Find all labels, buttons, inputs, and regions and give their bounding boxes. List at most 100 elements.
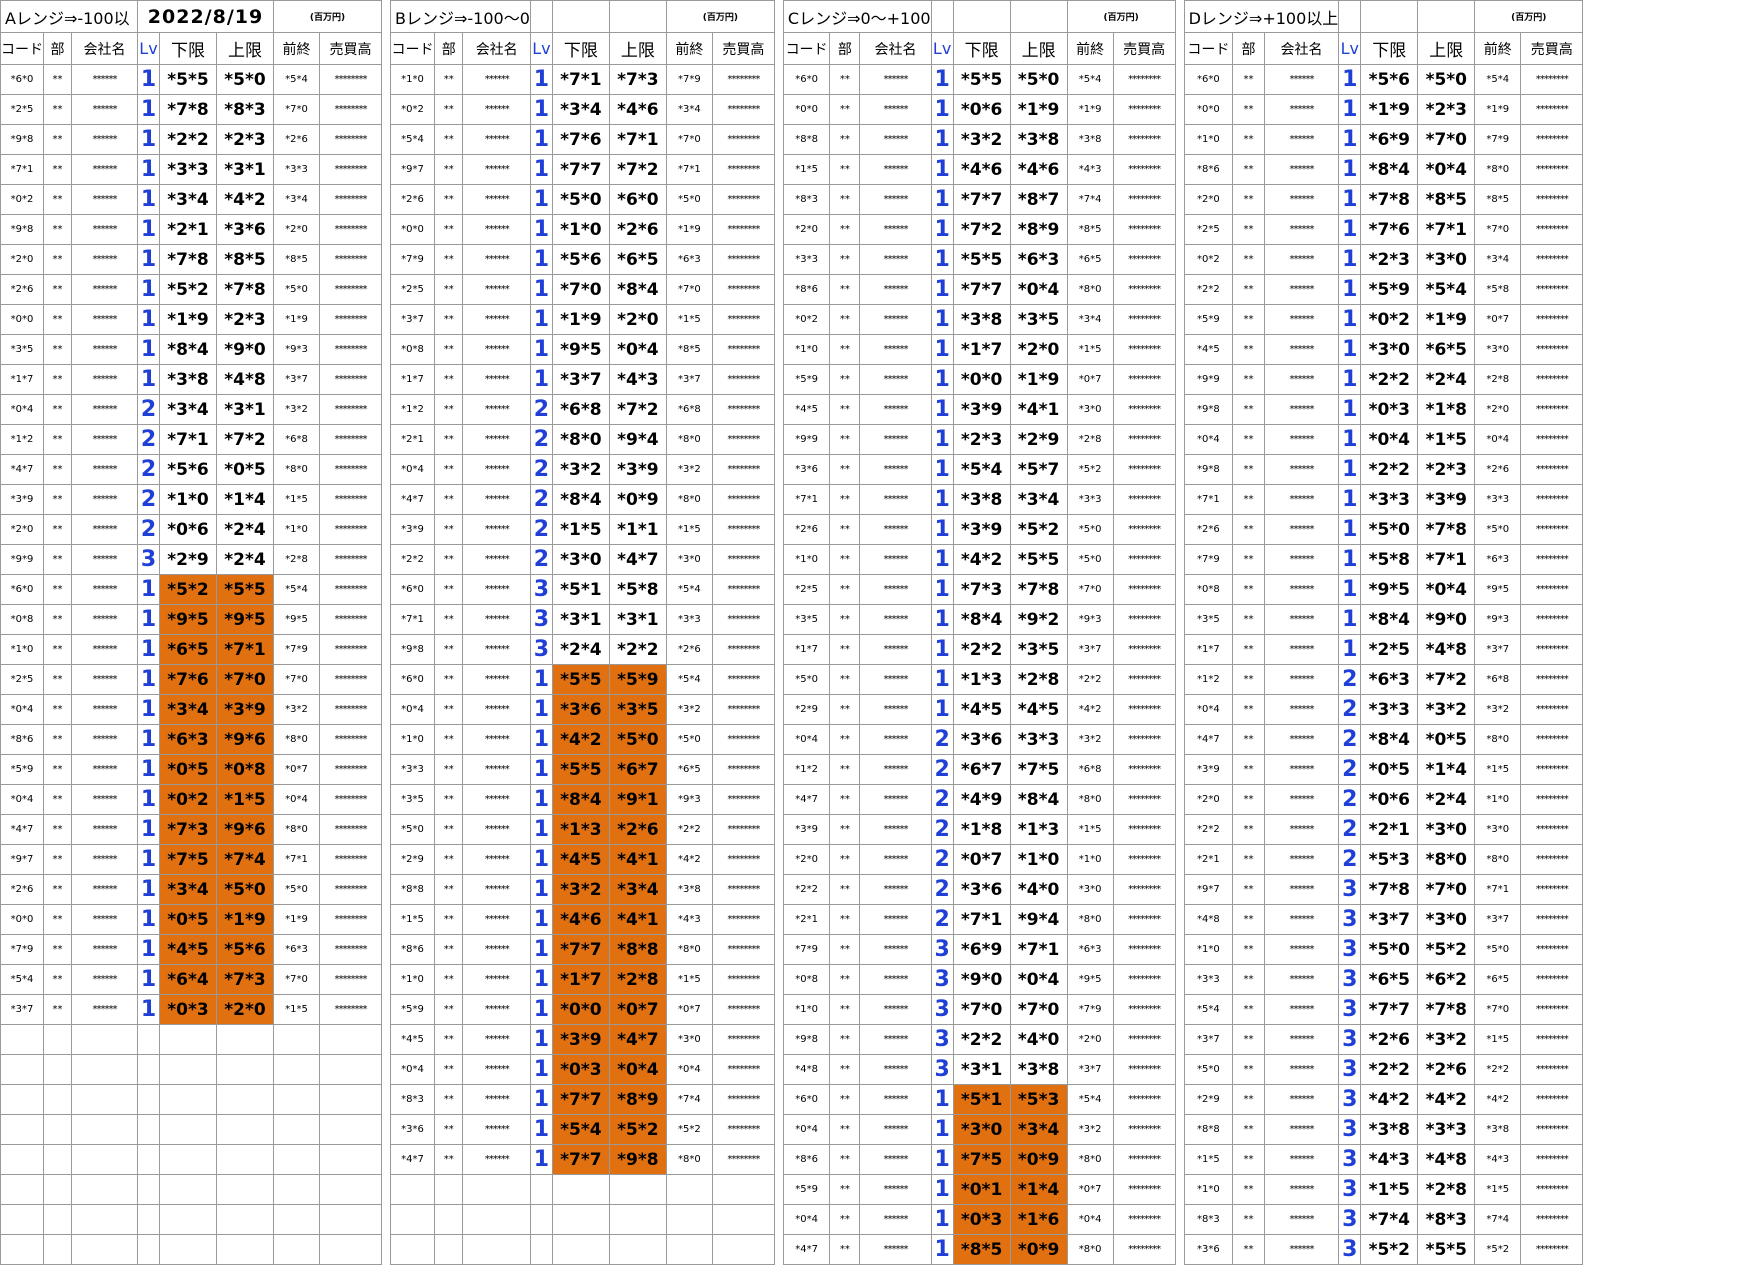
cell-upper: *4*1 [608,844,667,875]
cell-lower: *4*6 [551,904,610,935]
cell-company [71,1054,138,1085]
cell-company: ****** [1263,154,1340,185]
cell-upper: *1*4 [1009,1174,1068,1205]
cell-company: ****** [462,934,531,965]
cell-upper [216,1234,274,1265]
cell-volume: ******** [711,844,775,875]
cell-lower: *3*4 [551,94,610,125]
cell-lv: 3 [1338,1174,1362,1205]
cell-lv: 1 [930,1114,954,1145]
cell-lv: 1 [1338,514,1362,545]
cell-lv [137,1114,160,1145]
empty-cell [1360,0,1419,33]
range-block-b: Bレンジ⇒-100〜0 (百万円) コード部会社名 Lv 下限 上限 前終 売買高 *1*0 **… [390,0,775,1265]
cell-lower: *6*3 [159,724,217,755]
cell-code: *8*8 [390,874,435,905]
cell-dept: ** [433,664,464,695]
cell-company: ****** [462,424,531,455]
column-header-company: 会社名 [859,32,932,65]
cell-upper [216,1114,274,1145]
cell-prev: *1*5 [665,514,713,545]
cell-lv: 2 [1338,784,1362,815]
cell-volume: ******** [711,664,775,695]
cell-company: ****** [71,814,138,845]
cell-dept: ** [1232,124,1265,155]
cell-volume: ******** [711,724,775,755]
cell-volume: ******** [711,514,775,545]
table-row: *1*2 ** ****** 2 *7*1 *7*2 *6*8 ******** [0,424,382,455]
cell-company: ****** [859,1024,932,1055]
cell-dept: ** [1232,1024,1265,1055]
cell-code: *0*2 [1183,244,1234,275]
cell-lower: *4*2 [551,724,610,755]
table-row: *2*0 ** ****** 1 *7*2 *8*9 *8*5 ******** [782,214,1176,245]
cell-prev: *7*9 [273,634,320,665]
table-row [0,1084,382,1115]
cell-code: *2*2 [390,544,435,575]
cell-dept: ** [433,214,464,245]
cell-volume: ******** [319,994,382,1025]
cell-lower: *2*2 [952,634,1011,665]
cell-lower: *5*6 [551,244,610,275]
cell-prev [273,1174,320,1205]
cell-upper: *8*7 [1009,184,1068,215]
cell-prev: *1*5 [1474,1024,1522,1055]
cell-code: *1*5 [782,154,831,185]
cell-lv: 1 [529,724,553,755]
cell-dept: ** [433,154,464,185]
cell-volume: ******** [1520,904,1584,935]
cell-prev: *0*4 [1066,1204,1114,1235]
cell-prev: *7*4 [1474,1204,1522,1235]
cell-company: ****** [1263,244,1340,275]
cell-dept: ** [433,904,464,935]
cell-company: ****** [1263,1024,1340,1055]
range-block-c: Cレンジ⇒0〜+100 (百万円) コード部会社名 Lv 下限 上限 前終 売買高 *6*0 **… [782,0,1176,1265]
cell-volume: ******** [711,874,775,905]
column-header-volume: 売買高 [319,32,382,65]
cell-prev: *1*5 [273,994,320,1025]
table-row: *1*5 ** ****** 1 *4*6 *4*6 *4*3 ******** [782,154,1176,185]
table-row: *3*9 ** ****** 2 *1*0 *1*4 *1*5 ******** [0,484,382,515]
column-header-prev: 前終 [273,32,320,65]
cell-upper: *8*4 [608,274,667,305]
cell-code: *5*4 [390,124,435,155]
cell-lower: *2*2 [1360,1054,1419,1085]
cell-company: ****** [1263,634,1340,665]
cell-volume [319,1054,382,1085]
cell-lv [137,1084,160,1115]
cell-upper: *8*3 [216,94,274,125]
cell-company: ****** [859,874,932,905]
cell-prev: *5*0 [665,724,713,755]
cell-company: ****** [71,454,138,485]
cell-lower [551,1234,610,1265]
cell-upper: *0*9 [1009,1144,1068,1175]
cell-code [0,1024,44,1055]
cell-company: ****** [71,64,138,95]
cell-volume [319,1114,382,1145]
cell-dept: ** [43,844,72,875]
cell-prev: *7*0 [665,274,713,305]
cell-upper: *7*0 [216,664,274,695]
cell-lv: 1 [1338,244,1362,275]
cell-volume: ******** [319,934,382,965]
cell-prev: *3*4 [1474,244,1522,275]
cell-dept: ** [1232,754,1265,785]
cell-dept: ** [1232,454,1265,485]
cell-volume [711,1204,775,1235]
cell-lv: 1 [1338,154,1362,185]
cell-volume: ******** [1520,1204,1584,1235]
cell-company: ****** [1263,1174,1340,1205]
cell-company: ****** [1263,904,1340,935]
cell-prev [273,1084,320,1115]
cell-lv: 1 [137,244,160,275]
cell-code: *0*8 [0,604,44,635]
cell-code: *2*1 [782,904,831,935]
cell-upper: *6*0 [608,184,667,215]
cell-company: ****** [462,994,531,1025]
cell-company: ****** [71,484,138,515]
table-row: *5*4 ** ****** 1 *6*4 *7*3 *7*0 ******** [0,964,382,995]
cell-code: *5*9 [390,994,435,1025]
table-row [0,1204,382,1235]
table-row [0,1024,382,1055]
cell-lower: *0*5 [159,754,217,785]
